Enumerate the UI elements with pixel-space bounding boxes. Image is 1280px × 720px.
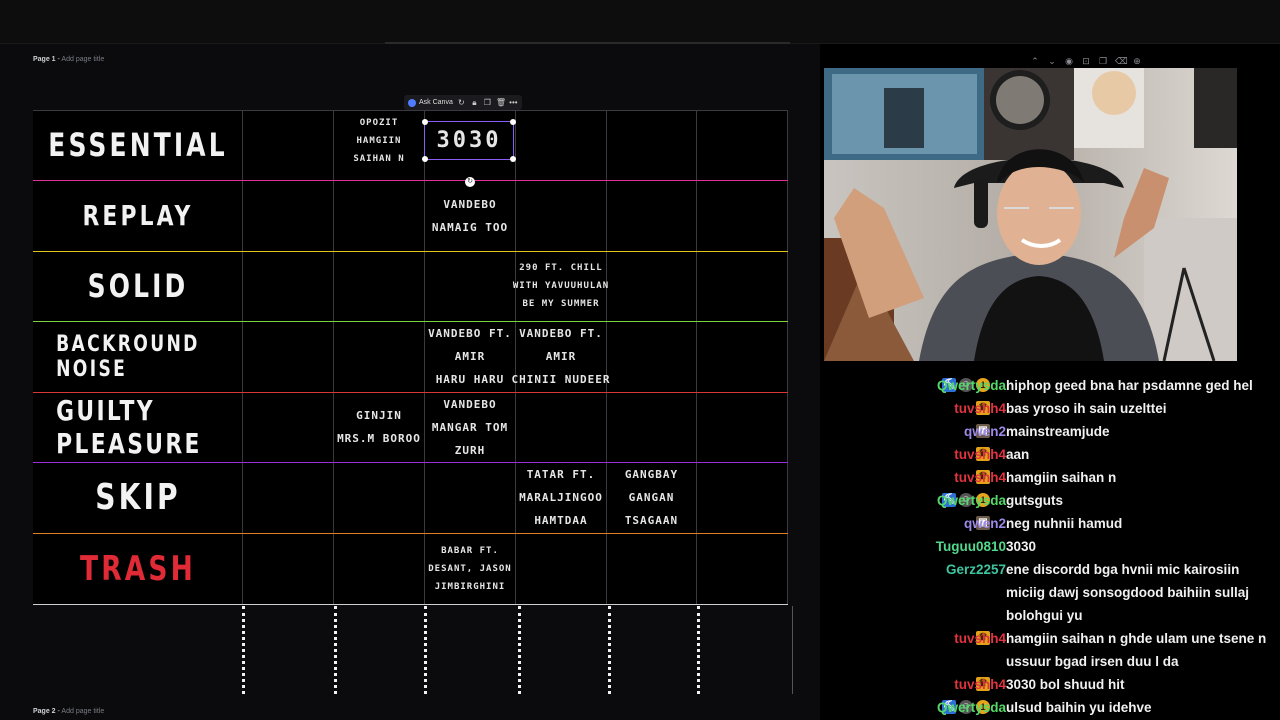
song-tile[interactable]: TATAR FT. MARALJINGOO HAMTDAA bbox=[516, 462, 606, 533]
chat-text: ene discordd bga hvnii mic kairosiin mic… bbox=[1006, 562, 1250, 623]
chat-username[interactable]: tuvshh4 bbox=[954, 674, 1006, 697]
chat-panel: ⛏ ☺ 1 Qwertysda hiphop geed bna har psdamne … bbox=[866, 375, 1280, 720]
chat-text: gutsguts bbox=[1006, 493, 1063, 508]
song-tile[interactable]: VANDEBO MANGAR TOM ZURH bbox=[425, 392, 515, 462]
dotted-divider bbox=[608, 606, 611, 694]
page-2-preview bbox=[33, 606, 793, 694]
selected-element[interactable]: 3030 bbox=[422, 119, 516, 162]
chat-text: hamgiin saihan n ghde ulam une tsene n u… bbox=[1006, 631, 1267, 669]
element-toolbar: Ask Canva ↻ 🔒︎ ❐ 🗑︎ ••• bbox=[404, 95, 522, 110]
trash-icon[interactable]: ⌫ bbox=[1115, 56, 1128, 66]
tier-label-skip[interactable]: SKIP bbox=[56, 462, 220, 533]
column-divider bbox=[787, 110, 788, 605]
tier-label-essential[interactable]: ESSENTIAL bbox=[48, 110, 224, 180]
column-divider bbox=[242, 110, 243, 605]
column-divider bbox=[333, 110, 334, 605]
chevron-up-icon[interactable]: ⌃ bbox=[1030, 56, 1040, 66]
page-1-title-placeholder[interactable]: Add page title bbox=[61, 56, 104, 63]
chat-text: hamgiin saihan n bbox=[1006, 470, 1117, 485]
chat-username[interactable]: tuvshh4 bbox=[954, 628, 1006, 651]
tier-label-backround-noise[interactable]: BACKROUND NOISE bbox=[56, 321, 220, 392]
dotted-divider bbox=[518, 606, 521, 694]
top-bar bbox=[0, 0, 1280, 44]
chevron-down-icon[interactable]: ⌄ bbox=[1047, 56, 1057, 66]
chat-username[interactable]: Qwertysda bbox=[937, 375, 1006, 398]
chat-username[interactable]: Qwertysda bbox=[937, 697, 1006, 720]
song-tile[interactable]: 290 FT. CHILL WITH YAVUUHULAN BE MY SUMM… bbox=[513, 251, 608, 321]
song-tile[interactable]: VANDEBO FT. AMIR HARU HARU bbox=[425, 321, 515, 392]
chat-username[interactable]: Qwertysda bbox=[937, 490, 1006, 513]
canva-ai-icon bbox=[408, 98, 416, 107]
dotted-divider bbox=[242, 606, 245, 694]
page-2-number: Page 2 bbox=[33, 708, 56, 715]
song-tile[interactable]: VANDEBO FT. AMIR CHINII NUDEER bbox=[511, 321, 609, 392]
song-tile-selected[interactable]: 3030 bbox=[425, 122, 513, 159]
tier-label-guilty-pleasure[interactable]: GUILTY PLEASURE bbox=[56, 392, 220, 462]
song-tile[interactable]: GANGBAY GANGAN TSAGAAN bbox=[607, 462, 696, 533]
song-tile[interactable]: OPOZIT HAMGIIN SAIHAN N bbox=[334, 110, 424, 172]
eye-icon[interactable]: ◉ bbox=[1064, 56, 1074, 66]
ask-canva-label: Ask Canva bbox=[419, 99, 453, 106]
webcam-video bbox=[824, 68, 1237, 361]
page-2-title-placeholder[interactable]: Add page title bbox=[61, 708, 104, 715]
chat-text: 3030 bol shuud hit bbox=[1006, 677, 1125, 692]
delete-icon[interactable]: 🗑︎ bbox=[496, 98, 506, 107]
dotted-divider bbox=[424, 606, 427, 694]
page-1-number: Page 1 bbox=[33, 56, 56, 63]
more-icon[interactable]: ••• bbox=[509, 98, 518, 107]
chat-username[interactable]: qwen2 bbox=[964, 421, 1006, 444]
add-page-icon[interactable]: ⊕ bbox=[1132, 56, 1142, 66]
ask-canva-button[interactable]: Ask Canva bbox=[408, 98, 453, 107]
chat-username[interactable]: tuvshh4 bbox=[954, 444, 1006, 467]
tier-list-board[interactable]: ESSENTIAL REPLAY SOLID BACKROUND NOISE G… bbox=[33, 110, 788, 605]
page-2-label[interactable]: Page 2 - Add page title bbox=[33, 708, 104, 715]
row-divider bbox=[33, 604, 788, 605]
refresh-icon[interactable]: ↻ bbox=[457, 98, 466, 107]
chat-text: ulsud baihin yu idehve bbox=[1006, 700, 1152, 715]
chat-text: aan bbox=[1006, 447, 1030, 462]
column-divider bbox=[696, 110, 697, 605]
chat-text: hiphop geed bna har psdamne ged hel bbox=[1006, 378, 1253, 393]
dotted-divider bbox=[334, 606, 337, 694]
chat-username[interactable]: qwen2 bbox=[964, 513, 1006, 536]
tier-label-trash[interactable]: TRASH bbox=[56, 533, 220, 604]
chat-text: neg nuhnii hamud bbox=[1006, 516, 1123, 531]
lock-icon[interactable]: 🔒︎ bbox=[470, 98, 479, 108]
song-tile[interactable]: BABAR FT. DESANT, JASON JIMBIRGHINI bbox=[425, 533, 515, 604]
webcam-image bbox=[824, 68, 1237, 361]
chat-username[interactable]: Tuguu0810 bbox=[936, 536, 1006, 559]
song-tile[interactable]: VANDEBO NAMAIG TOO bbox=[425, 181, 515, 251]
tier-label-solid[interactable]: SOLID bbox=[56, 251, 220, 321]
chat-username[interactable]: tuvshh4 bbox=[954, 398, 1006, 421]
chat-text: 3030 bbox=[1006, 539, 1037, 554]
copy-icon[interactable]: ❐ bbox=[483, 98, 492, 107]
chat-text: mainstreamjude bbox=[1006, 424, 1110, 439]
rotate-handle-icon[interactable]: ↻ bbox=[465, 177, 475, 187]
page-1-label[interactable]: Page 1 - Add page title bbox=[33, 56, 104, 63]
chat-username[interactable]: Gerz2257 bbox=[946, 559, 1006, 582]
tier-label-replay[interactable]: REPLAY bbox=[56, 180, 220, 251]
song-tile[interactable]: GINJIN MRS.M BOROO bbox=[334, 392, 424, 462]
lock-icon[interactable]: ⊡ bbox=[1081, 56, 1091, 66]
page-actions: ⌃ ⌄ ◉ ⊡ ❐ ⌫ ⊕ bbox=[1030, 56, 1142, 66]
chat-username[interactable]: tuvshh4 bbox=[954, 467, 1006, 490]
chat-text: bas yroso ih sain uzelttei bbox=[1006, 401, 1167, 416]
duplicate-icon[interactable]: ❐ bbox=[1098, 56, 1108, 66]
dotted-divider bbox=[697, 606, 700, 694]
